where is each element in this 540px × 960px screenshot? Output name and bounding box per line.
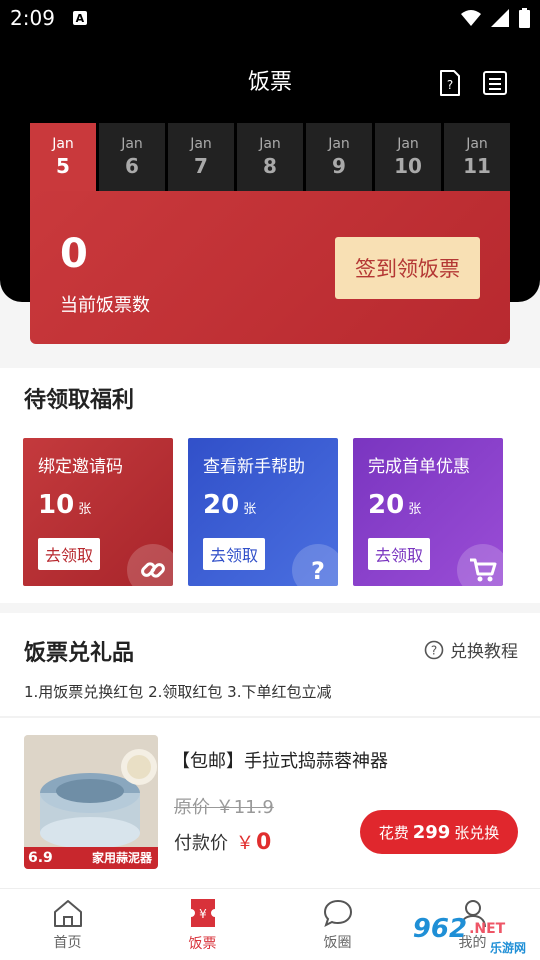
date-day: 10 bbox=[394, 154, 422, 178]
date-month: Jan bbox=[328, 136, 350, 152]
status-notification-icon: A bbox=[72, 11, 87, 25]
question-icon: ? bbox=[292, 544, 338, 586]
date-day: 8 bbox=[263, 154, 277, 178]
date-month: Jan bbox=[397, 136, 419, 152]
claim-button[interactable]: 去领取 bbox=[368, 538, 431, 570]
tutorial-label: 兑换教程 bbox=[450, 642, 518, 662]
redeem-num: 299 bbox=[412, 821, 451, 843]
date-day: 5 bbox=[56, 154, 70, 178]
nav-item-home[interactable]: 首页 bbox=[0, 889, 135, 960]
nav-item-tickets[interactable]: ¥ 饭票 bbox=[135, 889, 270, 960]
product-image[interactable]: 6.9 家用蒜泥器 bbox=[24, 735, 158, 869]
date-month: Jan bbox=[52, 136, 74, 152]
cell-signal-icon bbox=[491, 9, 509, 27]
welfare-card-count: 20 张 bbox=[368, 490, 421, 520]
welfare-card-title: 完成首单优惠 bbox=[368, 457, 470, 477]
nav-label: 饭票 bbox=[188, 935, 217, 952]
welfare-card-unit: 张 bbox=[408, 502, 422, 517]
link-icon bbox=[127, 544, 173, 586]
status-bar: 2:09 A bbox=[0, 0, 540, 36]
pay-price-row: 付款价 ￥ 0 bbox=[174, 829, 271, 855]
watermark-suffix: .NET bbox=[469, 921, 506, 937]
welfare-card-num: 10 bbox=[38, 490, 75, 520]
help-circle-icon: ? bbox=[424, 640, 444, 659]
date-month: Jan bbox=[259, 136, 281, 152]
date-tabs: Jan 5 Jan 6 Jan 7 Jan 8 Jan 9 Jan 10 Jan… bbox=[30, 123, 510, 191]
welfare-card-help[interactable]: 查看新手帮助 20 张 去领取 ? bbox=[188, 438, 338, 586]
pay-currency: ￥ bbox=[236, 833, 254, 854]
battery-icon bbox=[519, 8, 530, 28]
cart-icon bbox=[457, 544, 503, 586]
gifts-title: 饭票兑礼品 bbox=[24, 641, 135, 666]
status-time: 2:09 bbox=[10, 6, 55, 30]
date-tab-3[interactable]: Jan 7 bbox=[168, 123, 234, 191]
welfare-card-title: 绑定邀请码 bbox=[38, 457, 123, 477]
gifts-section: 饭票兑礼品 ? 兑换教程 1.用饭票兑换红包 2.领取红包 3.下单红包立减 6… bbox=[0, 613, 540, 888]
tutorial-link[interactable]: ? 兑换教程 bbox=[424, 637, 518, 662]
svg-text:?: ? bbox=[431, 643, 437, 657]
welfare-card-num: 20 bbox=[368, 490, 405, 520]
watermark-text: 962 bbox=[412, 914, 468, 944]
checkin-button[interactable]: 签到领饭票 bbox=[335, 237, 480, 299]
redeem-button[interactable]: 花费 299 张兑换 bbox=[360, 810, 518, 854]
product-title[interactable]: 【包邮】手拉式捣蒜蓉神器 bbox=[172, 747, 388, 773]
date-tab-5[interactable]: Jan 9 bbox=[306, 123, 372, 191]
date-month: Jan bbox=[190, 136, 212, 152]
welfare-card-invite[interactable]: 绑定邀请码 10 张 去领取 bbox=[23, 438, 173, 586]
divider bbox=[0, 716, 540, 718]
chat-bubble-icon bbox=[323, 899, 352, 927]
date-day: 11 bbox=[463, 154, 491, 178]
welfare-title: 待领取福利 bbox=[24, 388, 135, 413]
date-month: Jan bbox=[121, 136, 143, 152]
nav-label: 饭圈 bbox=[323, 934, 352, 951]
welfare-card-count: 10 张 bbox=[38, 490, 91, 520]
nav-label: 首页 bbox=[53, 934, 82, 951]
pay-label: 付款价 bbox=[174, 833, 228, 854]
question-doc-icon[interactable]: ? bbox=[438, 70, 462, 96]
svg-text:?: ? bbox=[447, 78, 453, 92]
image-badge-text: 家用蒜泥器 bbox=[91, 851, 152, 865]
redeem-prefix: 花费 bbox=[378, 823, 409, 842]
date-month: Jan bbox=[466, 136, 488, 152]
date-day: 6 bbox=[125, 154, 139, 178]
image-badge-price: 6.9 bbox=[28, 850, 53, 866]
welfare-card-count: 20 张 bbox=[203, 490, 256, 520]
list-icon[interactable] bbox=[483, 70, 507, 96]
ticket-count-label: 当前饭票数 bbox=[60, 295, 150, 316]
gift-rules: 1.用饭票兑换红包 2.领取红包 3.下单红包立减 bbox=[24, 683, 332, 701]
wifi-icon bbox=[461, 10, 481, 26]
home-icon bbox=[53, 899, 82, 927]
ticket-icon: ¥ bbox=[190, 898, 215, 927]
welfare-card-num: 20 bbox=[203, 490, 240, 520]
date-tab-1[interactable]: Jan 5 bbox=[30, 123, 96, 191]
watermark-subtitle: 乐游网 bbox=[489, 941, 526, 955]
pay-value: 0 bbox=[256, 830, 272, 855]
svg-text:?: ? bbox=[311, 557, 325, 583]
date-tab-2[interactable]: Jan 6 bbox=[99, 123, 165, 191]
ticket-count: 0 bbox=[60, 231, 88, 277]
welfare-card-unit: 张 bbox=[78, 502, 92, 517]
watermark-logo: 962 .NET 乐游网 bbox=[384, 904, 534, 955]
claim-button[interactable]: 去领取 bbox=[203, 538, 266, 570]
svg-text:¥: ¥ bbox=[199, 907, 207, 921]
date-tab-7[interactable]: Jan 11 bbox=[444, 123, 510, 191]
original-price: 原价 ￥11.9 bbox=[174, 797, 274, 818]
welfare-section: 待领取福利 绑定邀请码 10 张 去领取 查看新手帮助 20 张 去领取 ? 完成首… bbox=[0, 368, 540, 603]
date-day: 7 bbox=[194, 154, 208, 178]
welfare-card-title: 查看新手帮助 bbox=[203, 457, 305, 477]
status-icons bbox=[461, 8, 530, 28]
date-tab-4[interactable]: Jan 8 bbox=[237, 123, 303, 191]
ticket-card: 0 当前饭票数 签到领饭票 bbox=[30, 191, 510, 344]
welfare-card-first-order[interactable]: 完成首单优惠 20 张 去领取 bbox=[353, 438, 503, 586]
redeem-suffix: 张兑换 bbox=[454, 823, 500, 842]
date-tab-6[interactable]: Jan 10 bbox=[375, 123, 441, 191]
claim-button[interactable]: 去领取 bbox=[38, 538, 101, 570]
date-day: 9 bbox=[332, 154, 346, 178]
welfare-card-unit: 张 bbox=[243, 502, 257, 517]
